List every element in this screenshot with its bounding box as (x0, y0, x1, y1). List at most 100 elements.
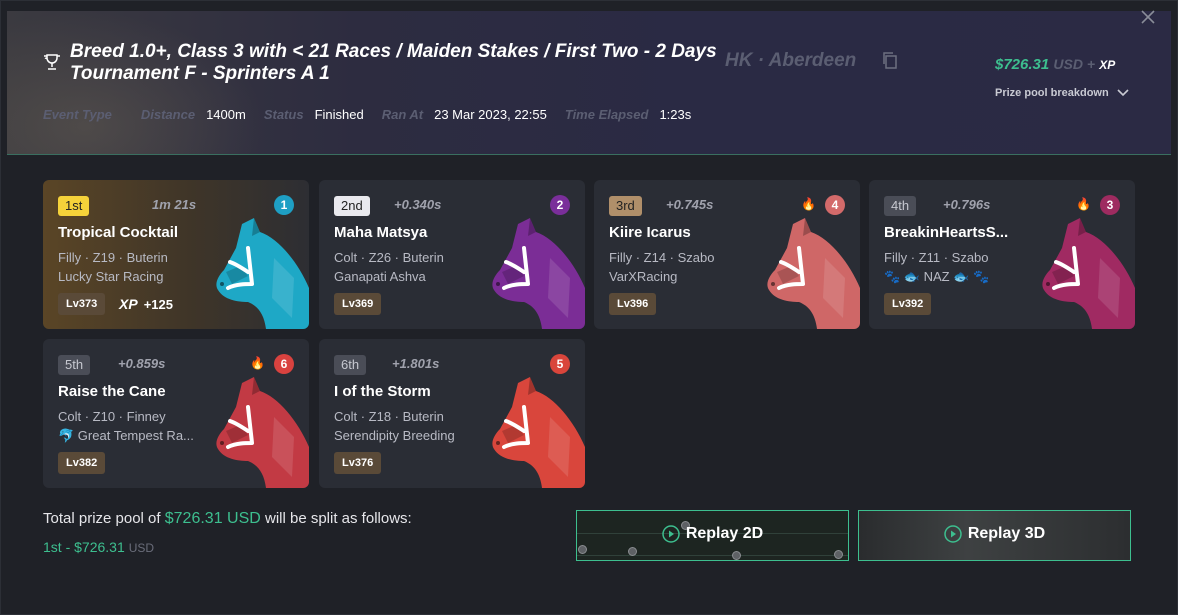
chevron-down-icon (1117, 89, 1129, 97)
gate-number-badge: 4 (825, 195, 845, 215)
trophy-icon (44, 54, 60, 70)
finish-position-badge: 3rd (609, 196, 642, 216)
replay-3d-button[interactable]: Replay 3D (858, 510, 1131, 561)
flame-icon: 🔥 (1076, 197, 1091, 211)
runner-marker (834, 550, 843, 559)
prize-split-prefix: Total prize pool of (43, 510, 161, 527)
stable-name[interactable]: Serendipity Breeding (334, 428, 455, 443)
horse-head-icon (492, 218, 585, 329)
prize-currency: USD + (1053, 56, 1096, 72)
prize-pool-breakdown-toggle[interactable]: Prize pool breakdown (995, 87, 1129, 99)
replay-2d-button[interactable]: Replay 2D (576, 510, 849, 561)
prize-amount: $726.31 (995, 56, 1050, 73)
finish-time: +1.801s (392, 356, 440, 371)
stable-name[interactable]: Ganapati Ashva (334, 269, 426, 284)
xp-gain-value: +125 (143, 297, 173, 312)
finish-position-badge: 5th (58, 355, 91, 375)
horse-head-icon (767, 218, 860, 329)
result-card[interactable]: 3rd +0.745s 🔥 4 Kiire Icarus Filly · Z14 · Sz… (594, 180, 860, 329)
time-elapsed-value: 1:23s (659, 107, 692, 122)
xp-label: XP (119, 296, 138, 312)
horse-name[interactable]: Raise the Cane (58, 383, 166, 400)
stable-name[interactable]: Lucky Star Racing (58, 269, 164, 284)
gate-number-badge: 3 (1100, 195, 1120, 215)
stable-name[interactable]: 🐬 Great Tempest Ra... (58, 428, 194, 444)
close-icon[interactable] (1140, 9, 1156, 25)
status-label: Status (263, 107, 304, 122)
finish-position-badge: 1st (58, 196, 90, 216)
gate-number-badge: 6 (274, 354, 294, 374)
time-elapsed-label: Time Elapsed (564, 107, 649, 122)
race-meta: Event Type Distance 1400m Status Finishe… (43, 107, 709, 122)
horse-info: Filly · Z14 · Szabo (609, 250, 715, 265)
runner-marker (628, 547, 637, 556)
horse-info: Filly · Z19 · Buterin (58, 250, 168, 265)
gate-number-badge: 5 (550, 354, 570, 374)
flame-icon: 🔥 (801, 197, 816, 211)
distance-value: 1400m (206, 107, 246, 122)
gate-number-badge: 2 (550, 195, 570, 215)
horse-name[interactable]: Maha Matsya (334, 224, 427, 241)
play-icon (944, 525, 962, 543)
finish-time: +0.796s (943, 197, 991, 212)
horse-head-icon (1042, 218, 1135, 329)
horse-level-badge: Lv396 (609, 293, 657, 315)
ran-at-label: Ran At (381, 107, 424, 122)
xp-gain: XP +125 (119, 296, 173, 312)
horse-info: Colt · Z10 · Finney (58, 409, 166, 424)
replay-2d-label: Replay 2D (685, 525, 764, 542)
prize-split-first: 1st - $726.31 USD (43, 539, 154, 555)
finish-time: 1m 21s (152, 197, 197, 212)
horse-name[interactable]: BreakinHeartsS... (884, 224, 1008, 241)
result-card[interactable]: 1st 1m 21s 1 Tropical Cocktail Filly · Z19 ·… (43, 180, 309, 329)
result-card[interactable]: 5th +0.859s 🔥 6 Raise the Cane Colt · Z10 · F… (43, 339, 309, 488)
replay-3d-label: Replay 3D (967, 525, 1046, 542)
first-place-currency: USD (128, 541, 155, 555)
prize-xp: XP (1099, 58, 1116, 72)
result-card[interactable]: 2nd +0.340s 2 Maha Matsya Colt · Z26 · Buter… (319, 180, 585, 329)
horse-head-icon (216, 377, 309, 488)
race-location: HK · Aberdeen (725, 50, 857, 71)
copy-icon[interactable] (881, 51, 899, 69)
horse-head-icon (216, 218, 309, 329)
first-place-prize: 1st - $726.31 (43, 539, 125, 555)
ran-at-value: 23 Mar 2023, 22:55 (434, 107, 547, 122)
horse-level-badge: Lv382 (58, 452, 106, 474)
finish-time: +0.745s (666, 197, 714, 212)
race-header: Breed 1.0+, Class 3 with < 21 Races / Ma… (7, 11, 1171, 155)
result-card[interactable]: 4th +0.796s 🔥 3 BreakinHeartsS... Filly · Z11… (869, 180, 1135, 329)
finish-time: +0.859s (118, 356, 166, 371)
prize-split-summary: Total prize pool of $726.31 USD will be … (43, 510, 412, 528)
distance-label: Distance (140, 107, 196, 122)
finish-position-badge: 2nd (334, 196, 370, 216)
horse-name[interactable]: I of the Storm (334, 383, 431, 400)
track-line (577, 555, 848, 556)
breakdown-label: Prize pool breakdown (995, 87, 1109, 99)
stable-name[interactable]: VarXRacing (609, 269, 677, 284)
horse-level-badge: Lv392 (884, 293, 932, 315)
play-icon (662, 525, 680, 543)
horse-head-icon (492, 377, 585, 488)
horse-level-badge: Lv373 (58, 293, 106, 315)
runner-marker (732, 551, 741, 560)
stable-name[interactable]: 🐾 🐟 NAZ 🐟 🐾 (884, 269, 989, 285)
horse-info: Colt · Z26 · Buterin (334, 250, 444, 265)
gate-number-badge: 1 (274, 195, 294, 215)
runner-marker (578, 545, 587, 554)
event-type-label: Event Type (43, 107, 112, 122)
finish-position-badge: 4th (884, 196, 917, 216)
finish-time: +0.340s (394, 197, 442, 212)
horse-name[interactable]: Tropical Cocktail (58, 224, 178, 241)
prize-split-suffix: will be split as follows: (264, 510, 412, 527)
horse-level-badge: Lv369 (334, 293, 382, 315)
prize-split-amount: $726.31 USD (164, 510, 261, 527)
result-card[interactable]: 6th +1.801s 5 I of the Storm Colt · Z18 · Bu… (319, 339, 585, 488)
horse-level-badge: Lv376 (334, 452, 382, 474)
finish-position-badge: 6th (334, 355, 367, 375)
horse-info: Filly · Z11 · Szabo (884, 250, 989, 265)
status-value: Finished (314, 107, 364, 122)
prize-pool-summary: $726.31 USD + XP (995, 56, 1115, 73)
horse-name[interactable]: Kiire Icarus (609, 224, 691, 241)
race-title: Breed 1.0+, Class 3 with < 21 Races / Ma… (70, 41, 717, 84)
flame-icon: 🔥 (250, 356, 265, 370)
